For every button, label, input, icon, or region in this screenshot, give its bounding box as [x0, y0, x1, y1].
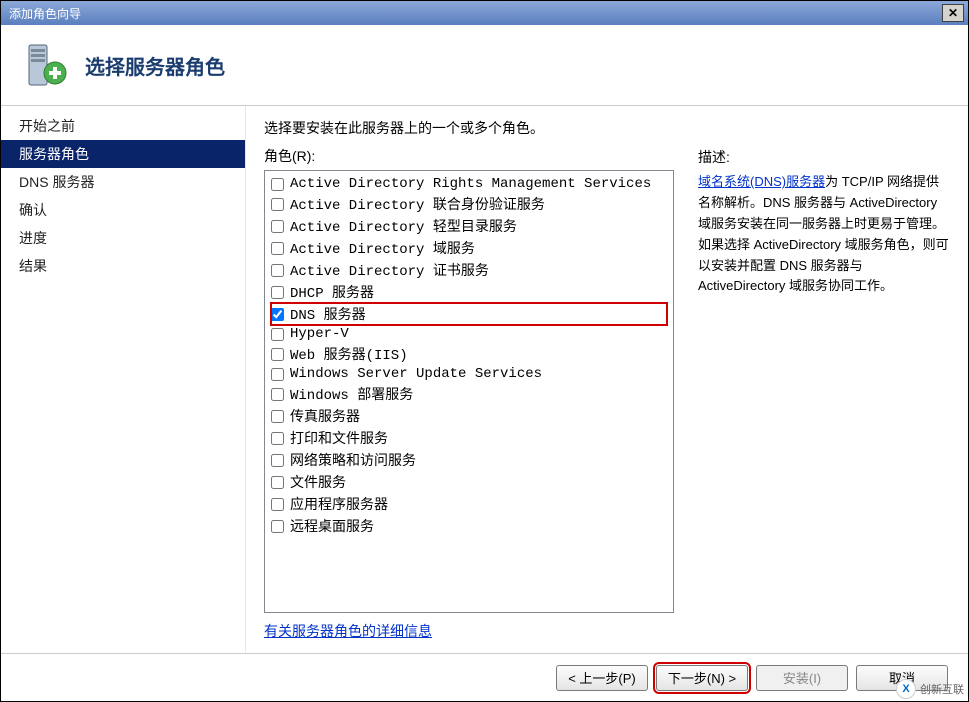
role-row-0[interactable]: Active Directory Rights Management Servi… — [271, 175, 667, 193]
role-label-5: DHCP 服务器 — [290, 282, 374, 302]
roles-column: 角色(R): Active Directory Rights Managemen… — [264, 146, 674, 641]
window-title: 添加角色向导 — [5, 5, 942, 22]
sidebar-item-1[interactable]: 服务器角色 — [1, 140, 245, 168]
roles-listbox[interactable]: Active Directory Rights Management Servi… — [264, 170, 674, 613]
role-label-15: 应用程序服务器 — [290, 494, 388, 514]
description-body: 为 TCP/IP 网络提供名称解析。DNS 服务器与 ActiveDirecto… — [698, 174, 949, 293]
role-row-1[interactable]: Active Directory 联合身份验证服务 — [271, 193, 667, 215]
watermark-text: 创新互联 — [920, 681, 964, 697]
role-checkbox-7[interactable] — [271, 328, 284, 341]
roles-label: 角色(R): — [264, 146, 674, 166]
main-panel: 选择要安装在此服务器上的一个或多个角色。 角色(R): Active Direc… — [246, 106, 968, 653]
role-checkbox-1[interactable] — [271, 198, 284, 211]
role-checkbox-8[interactable] — [271, 348, 284, 361]
role-checkbox-14[interactable] — [271, 476, 284, 489]
role-checkbox-11[interactable] — [271, 410, 284, 423]
watermark-icon: X — [896, 679, 916, 699]
page-title: 选择服务器角色 — [85, 51, 225, 80]
role-row-8[interactable]: Web 服务器(IIS) — [271, 343, 667, 365]
description-column: 描述: 域名系统(DNS)服务器为 TCP/IP 网络提供名称解析。DNS 服务… — [698, 146, 950, 641]
role-label-9: Windows Server Update Services — [290, 366, 542, 382]
install-button[interactable]: 安装(I) — [756, 665, 848, 691]
next-button[interactable]: 下一步(N) > — [656, 665, 748, 691]
sidebar-item-4[interactable]: 进度 — [1, 224, 245, 252]
more-info-link[interactable]: 有关服务器角色的详细信息 — [264, 623, 432, 639]
role-checkbox-10[interactable] — [271, 388, 284, 401]
role-label-2: Active Directory 轻型目录服务 — [290, 216, 517, 236]
role-row-9[interactable]: Windows Server Update Services — [271, 365, 667, 383]
role-row-4[interactable]: Active Directory 证书服务 — [271, 259, 667, 281]
header: 选择服务器角色 — [1, 25, 968, 105]
server-role-icon — [21, 41, 69, 89]
role-row-11[interactable]: 传真服务器 — [271, 405, 667, 427]
role-row-16[interactable]: 远程桌面服务 — [271, 515, 667, 537]
description-label: 描述: — [698, 146, 950, 168]
role-label-0: Active Directory Rights Management Servi… — [290, 176, 651, 192]
role-label-13: 网络策略和访问服务 — [290, 450, 416, 470]
role-checkbox-5[interactable] — [271, 286, 284, 299]
role-checkbox-6[interactable] — [271, 308, 284, 321]
previous-button[interactable]: < 上一步(P) — [556, 665, 648, 691]
role-checkbox-13[interactable] — [271, 454, 284, 467]
role-row-15[interactable]: 应用程序服务器 — [271, 493, 667, 515]
instruction-text: 选择要安装在此服务器上的一个或多个角色。 — [264, 118, 950, 138]
role-row-3[interactable]: Active Directory 域服务 — [271, 237, 667, 259]
footer: < 上一步(P) 下一步(N) > 安装(I) 取消 — [1, 653, 968, 701]
role-label-1: Active Directory 联合身份验证服务 — [290, 194, 545, 214]
role-checkbox-15[interactable] — [271, 498, 284, 511]
role-checkbox-0[interactable] — [271, 178, 284, 191]
close-icon: ✕ — [948, 6, 958, 20]
titlebar: 添加角色向导 ✕ — [1, 1, 968, 25]
role-label-12: 打印和文件服务 — [290, 428, 388, 448]
role-row-10[interactable]: Windows 部署服务 — [271, 383, 667, 405]
role-label-3: Active Directory 域服务 — [290, 238, 475, 258]
close-button[interactable]: ✕ — [942, 4, 964, 22]
role-row-6[interactable]: DNS 服务器 — [271, 303, 667, 325]
role-label-7: Hyper-V — [290, 326, 349, 342]
role-label-11: 传真服务器 — [290, 406, 360, 426]
wizard-window: 添加角色向导 ✕ 选择服务器角色 开始之前服务器角色DNS 服务器确认进度结果 … — [0, 0, 969, 702]
role-label-6: DNS 服务器 — [290, 304, 366, 324]
more-info-link-container: 有关服务器角色的详细信息 — [264, 621, 674, 641]
content-area: 开始之前服务器角色DNS 服务器确认进度结果 选择要安装在此服务器上的一个或多个… — [1, 105, 968, 653]
role-checkbox-3[interactable] — [271, 242, 284, 255]
description-text: 域名系统(DNS)服务器为 TCP/IP 网络提供名称解析。DNS 服务器与 A… — [698, 172, 950, 297]
role-row-7[interactable]: Hyper-V — [271, 325, 667, 343]
role-row-13[interactable]: 网络策略和访问服务 — [271, 449, 667, 471]
role-checkbox-16[interactable] — [271, 520, 284, 533]
role-row-5[interactable]: DHCP 服务器 — [271, 281, 667, 303]
role-label-4: Active Directory 证书服务 — [290, 260, 489, 280]
role-row-12[interactable]: 打印和文件服务 — [271, 427, 667, 449]
description-link[interactable]: 域名系统(DNS)服务器 — [698, 174, 825, 189]
role-checkbox-4[interactable] — [271, 264, 284, 277]
role-checkbox-12[interactable] — [271, 432, 284, 445]
role-label-16: 远程桌面服务 — [290, 516, 374, 536]
role-label-14: 文件服务 — [290, 472, 346, 492]
role-row-2[interactable]: Active Directory 轻型目录服务 — [271, 215, 667, 237]
role-row-14[interactable]: 文件服务 — [271, 471, 667, 493]
watermark: X 创新互联 — [896, 679, 964, 699]
role-label-8: Web 服务器(IIS) — [290, 344, 408, 364]
sidebar-item-0[interactable]: 开始之前 — [1, 112, 245, 140]
sidebar-item-5[interactable]: 结果 — [1, 252, 245, 280]
panel-columns: 角色(R): Active Directory Rights Managemen… — [264, 146, 950, 641]
role-checkbox-9[interactable] — [271, 368, 284, 381]
sidebar-item-2[interactable]: DNS 服务器 — [1, 168, 245, 196]
sidebar: 开始之前服务器角色DNS 服务器确认进度结果 — [1, 106, 246, 653]
role-label-10: Windows 部署服务 — [290, 384, 413, 404]
sidebar-item-3[interactable]: 确认 — [1, 196, 245, 224]
role-checkbox-2[interactable] — [271, 220, 284, 233]
